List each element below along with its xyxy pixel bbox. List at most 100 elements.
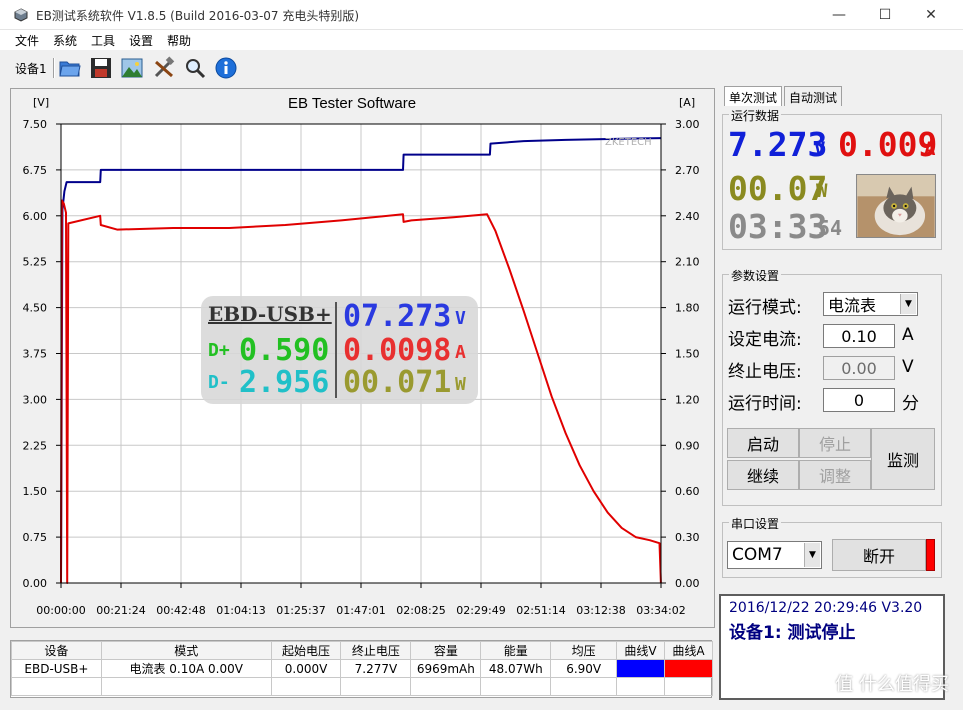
- chart-title: EB Tester Software: [288, 95, 416, 112]
- current-set-field[interactable]: 0.10: [823, 324, 895, 348]
- run-voltage: 7.273: [728, 125, 828, 164]
- y-left-tick-label: 0.00: [23, 577, 48, 590]
- search-icon[interactable]: [183, 56, 207, 80]
- col-avg-voltage: 均压: [550, 641, 618, 660]
- overlay-power: 00.071: [343, 365, 452, 400]
- y-right-tick-label: 2.70: [675, 164, 700, 177]
- y-left-tick-label: 7.50: [23, 118, 48, 131]
- overlay-current: 0.0098: [343, 333, 452, 368]
- brand-label: ZKETECH: [605, 137, 652, 148]
- menu-help[interactable]: 帮助: [167, 32, 191, 49]
- overlay-device-name: EBD-USB+: [208, 302, 332, 326]
- stats-header-row: 设备 模式 起始电压 终止电压 容量 能量 均压 曲线V 曲线A: [11, 641, 713, 660]
- y-left-tick-label: 6.00: [23, 210, 48, 223]
- tools-icon[interactable]: [152, 56, 176, 80]
- curve-v-color-swatch[interactable]: [616, 659, 665, 678]
- run-power: 00.07: [728, 169, 828, 208]
- mode-select[interactable]: 电流表 ▼: [823, 292, 918, 316]
- menu-bar: 文件 系统 工具 设置 帮助: [0, 30, 963, 50]
- x-tick-label: 01:47:01: [336, 604, 385, 617]
- overlay-dm-value: 2.956: [239, 365, 330, 400]
- overlay-voltage: 07.273: [343, 299, 452, 334]
- cell-mode: 电流表 0.10A 0.00V: [100, 659, 272, 678]
- table-row[interactable]: EBD-USB+ 电流表 0.10A 0.00V 0.000V 7.277V 6…: [11, 659, 713, 678]
- connection-status-indicator: [926, 539, 935, 571]
- toolbar-separator: [53, 58, 55, 78]
- tab-single-test[interactable]: 单次测试: [724, 86, 782, 106]
- menu-file[interactable]: 文件: [15, 32, 39, 49]
- col-mode: 模式: [100, 641, 272, 660]
- adjust-button[interactable]: 调整: [799, 460, 871, 490]
- run-time: 03:33: [728, 207, 828, 246]
- cell-capacity: 6969mAh: [410, 659, 482, 678]
- overlay-dp-label: D+: [208, 340, 230, 361]
- overlay-current-unit: A: [455, 342, 466, 363]
- run-time-label: 运行时间:: [728, 394, 802, 414]
- mode-label: 运行模式:: [728, 298, 802, 318]
- run-power-unit: W: [816, 180, 828, 202]
- run-data-title: 运行数据: [729, 107, 782, 124]
- overlay-dp-value: 0.590: [239, 333, 330, 368]
- folder-icon[interactable]: [58, 56, 82, 80]
- x-tick-label: 02:08:25: [396, 604, 445, 617]
- x-tick-label: 01:25:37: [276, 604, 325, 617]
- current-set-label: 设定电流:: [728, 330, 802, 350]
- y-left-tick-label: 6.75: [23, 164, 48, 177]
- menu-tools[interactable]: 工具: [91, 32, 115, 49]
- y-left-tick-label: 3.00: [23, 393, 48, 406]
- device-selector[interactable]: 设备1: [15, 60, 47, 77]
- x-tick-label: 03:34:02: [636, 604, 685, 617]
- y-left-unit: [V]: [33, 96, 49, 109]
- start-button[interactable]: 启动: [727, 428, 799, 458]
- status-message: 设备1: 测试停止: [729, 623, 856, 643]
- y-right-tick-label: 3.00: [675, 118, 700, 131]
- y-right-tick-label: 0.90: [675, 439, 700, 452]
- disconnect-button[interactable]: 断开: [832, 539, 926, 571]
- run-time-field[interactable]: 0: [823, 388, 895, 412]
- overlay-divider: [335, 302, 337, 398]
- run-current-unit: A: [924, 138, 936, 160]
- params-title: 参数设置: [729, 267, 782, 284]
- col-start-voltage: 起始电压: [270, 641, 342, 660]
- menu-system[interactable]: 系统: [53, 32, 77, 49]
- col-curve-a: 曲线A: [664, 641, 713, 660]
- close-button[interactable]: ✕: [908, 0, 954, 30]
- overlay-dm-label: D-: [208, 372, 230, 393]
- usb-meter-overlay: EBD-USB+ D+ 0.590 D- 2.956 07.273 V 0.00…: [201, 296, 478, 404]
- y-left-tick-label: 1.50: [23, 485, 48, 498]
- com-port-select[interactable]: COM7 ▼: [727, 541, 822, 569]
- y-right-tick-label: 2.40: [675, 210, 700, 223]
- y-right-tick-label: 0.30: [675, 531, 700, 544]
- table-row-empty: [11, 677, 713, 696]
- cell-end-voltage: 7.277V: [340, 659, 412, 678]
- curve-a-color-swatch[interactable]: [664, 659, 713, 678]
- y-right-tick-label: 1.20: [675, 393, 700, 406]
- col-energy: 能量: [480, 641, 552, 660]
- stop-button[interactable]: 停止: [799, 428, 871, 458]
- toolbar: 设备1: [0, 52, 963, 82]
- maximize-button[interactable]: ☐: [862, 0, 908, 30]
- info-icon[interactable]: [214, 56, 238, 80]
- col-capacity: 容量: [410, 641, 482, 660]
- x-tick-label: 00:00:00: [36, 604, 85, 617]
- tab-auto-test[interactable]: 自动测试: [784, 86, 842, 106]
- x-tick-label: 01:04:13: [216, 604, 265, 617]
- menu-settings[interactable]: 设置: [129, 32, 153, 49]
- y-left-tick-label: 4.50: [23, 302, 48, 315]
- minimize-button[interactable]: —: [816, 0, 862, 30]
- monitor-button[interactable]: 监测: [871, 428, 935, 490]
- x-tick-label: 02:51:14: [516, 604, 565, 617]
- run-time-unit: 分: [902, 394, 919, 414]
- app-window: EB测试系统软件 V1.8.5 (Build 2016-03-07 充电头特别版…: [0, 0, 963, 710]
- image-icon[interactable]: [120, 56, 144, 80]
- overlay-voltage-unit: V: [455, 308, 466, 329]
- cell-energy: 48.07Wh: [480, 659, 552, 678]
- y-left-tick-label: 2.25: [23, 439, 48, 452]
- stop-voltage-field[interactable]: 0.00: [823, 356, 895, 380]
- y-right-tick-label: 0.00: [675, 577, 700, 590]
- y-right-tick-label: 2.10: [675, 256, 700, 269]
- chevron-down-icon[interactable]: ▼: [804, 543, 820, 567]
- continue-button[interactable]: 继续: [727, 460, 799, 490]
- chevron-down-icon[interactable]: ▼: [900, 294, 916, 314]
- save-icon[interactable]: [89, 56, 113, 80]
